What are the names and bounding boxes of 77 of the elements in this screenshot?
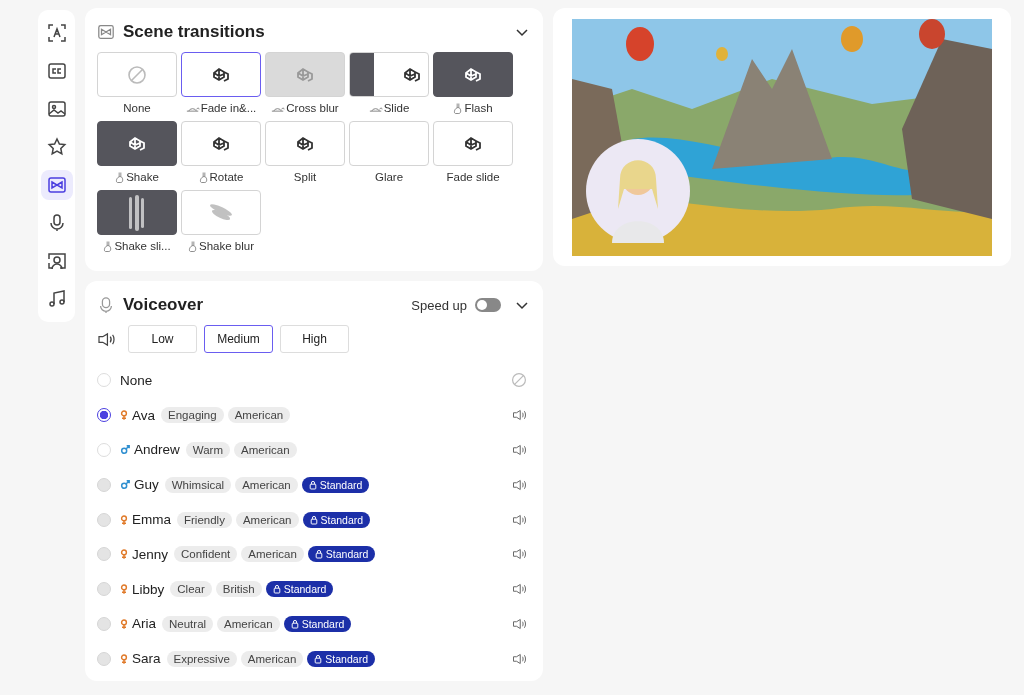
volume-option[interactable]: Low (128, 325, 197, 353)
voice-tag: American (241, 546, 304, 563)
transition-label: Shake blur (199, 240, 254, 252)
radio-button[interactable] (97, 408, 111, 423)
female-icon (120, 652, 128, 665)
transition-label: None (123, 102, 151, 114)
male-icon (120, 479, 130, 490)
transition-icon[interactable] (40, 170, 73, 200)
female-icon (120, 513, 128, 526)
transition-tile[interactable] (433, 52, 513, 97)
ban-icon (127, 64, 147, 85)
transition-tile[interactable] (97, 121, 177, 166)
transition-label: Glare (374, 171, 404, 183)
voice-name: Libby (132, 581, 165, 597)
transition-label: Fade slide (446, 171, 500, 183)
standard-badge: Standard (265, 581, 334, 598)
transition-label: Shake (126, 171, 159, 183)
transition-label: Rotate (209, 171, 244, 183)
speaker-icon[interactable] (512, 409, 527, 422)
voice-tag: Confident (174, 546, 238, 563)
volume-option[interactable]: Medium (204, 325, 273, 353)
speaker-icon[interactable] (512, 583, 527, 596)
volume-option[interactable]: High (280, 325, 349, 353)
voice-tag: American (235, 511, 299, 528)
transition-label: Flash (464, 102, 493, 114)
standard-badge: Standard (301, 476, 370, 493)
transition-tile[interactable] (97, 190, 177, 235)
voice-name: Andrew (134, 442, 180, 458)
standard-badge: Standard (307, 650, 375, 667)
transition-tile[interactable] (181, 52, 261, 97)
voice-name: Sara (132, 651, 161, 667)
standard-badge: Standard (307, 546, 376, 563)
transition-label: Cross blur (286, 102, 339, 114)
microphone-icon (97, 296, 115, 314)
male-icon (120, 445, 130, 455)
speaker-icon[interactable] (512, 478, 527, 491)
voice-tag: Warm (185, 442, 230, 458)
panel-title: Voiceover (123, 295, 204, 315)
voice-tag: American (217, 615, 280, 632)
speaker-icon[interactable] (512, 652, 527, 665)
transition-label: Slide (383, 102, 410, 114)
transition-label: Split (293, 171, 317, 183)
standard-badge: Standard (283, 615, 352, 632)
voice-name: Jenny (132, 546, 169, 562)
voice-tag: Friendly (177, 511, 232, 528)
voice-tag: American (234, 442, 297, 458)
panel-title: Scene transitions (123, 22, 266, 42)
female-icon (120, 409, 128, 422)
female-icon (120, 617, 128, 630)
voice-name: Aria (132, 616, 156, 632)
ban-icon (511, 372, 527, 389)
voice-tag: Engaging (161, 407, 224, 424)
speaker-icon[interactable] (512, 513, 527, 526)
standard-badge: Standard (302, 511, 371, 528)
speed-up-toggle[interactable] (475, 298, 501, 312)
speaker-icon[interactable] (512, 548, 527, 561)
female-icon (120, 583, 128, 596)
voice-name: Emma (132, 512, 171, 528)
speaker-icon[interactable] (512, 444, 527, 456)
transition-label: Shake sli... (114, 240, 171, 252)
voice-tag: Expressive (166, 650, 237, 667)
voice-tag: Clear (170, 581, 212, 598)
voice-tag: American (227, 407, 291, 424)
speed-up-label: Speed up (411, 297, 467, 313)
transition-icon (97, 23, 115, 41)
transition-label: Fade in&... (200, 102, 257, 114)
voice-tag: Neutral (162, 615, 214, 632)
voice-tag: Whimsical (164, 476, 232, 493)
voice-tag: American (235, 476, 298, 493)
voice-tag: British (215, 581, 262, 598)
voice-name: Guy (134, 477, 159, 493)
female-icon (120, 548, 128, 561)
voice-name: None (120, 372, 153, 388)
speaker-icon (97, 331, 116, 347)
voice-name: Ava (132, 407, 156, 423)
speaker-icon[interactable] (512, 617, 527, 630)
voice-tag: American (240, 650, 304, 667)
